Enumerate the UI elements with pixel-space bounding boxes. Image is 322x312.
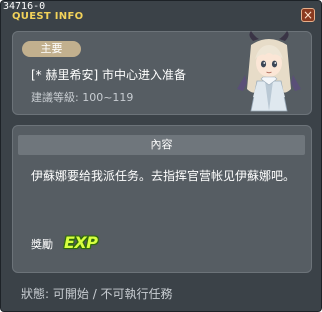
level-label: 建議等級: [31,91,79,104]
recommended-level: 建議等級: 100~119 [31,91,133,104]
quest-description: 伊蘇娜要给我派任务。去指挥官营帐见伊蘇娜吧。 [31,169,296,183]
window-title: QUEST INFO [12,11,84,22]
quest-name: [* 赫里希安] 市中心进入准备 [31,68,186,82]
npc-portrait [237,31,301,112]
level-range: 100~119 [82,91,134,104]
close-icon[interactable]: × [301,8,315,22]
content-header: 內容 [18,135,305,155]
quest-type-badge: 主要 [22,41,81,57]
status-value: 可開始 / 不可執行任務 [52,287,173,301]
status-label: 狀態: [21,287,50,301]
quest-info-window: 34716-0 QUEST INFO × 主要 [* 赫里希安] 市中心进入准备… [0,0,322,312]
reward-label: 獎勵 [31,238,53,251]
quest-status: 狀態: 可開始 / 不可執行任務 [21,287,173,301]
exp-icon[interactable]: EXP [64,233,98,253]
